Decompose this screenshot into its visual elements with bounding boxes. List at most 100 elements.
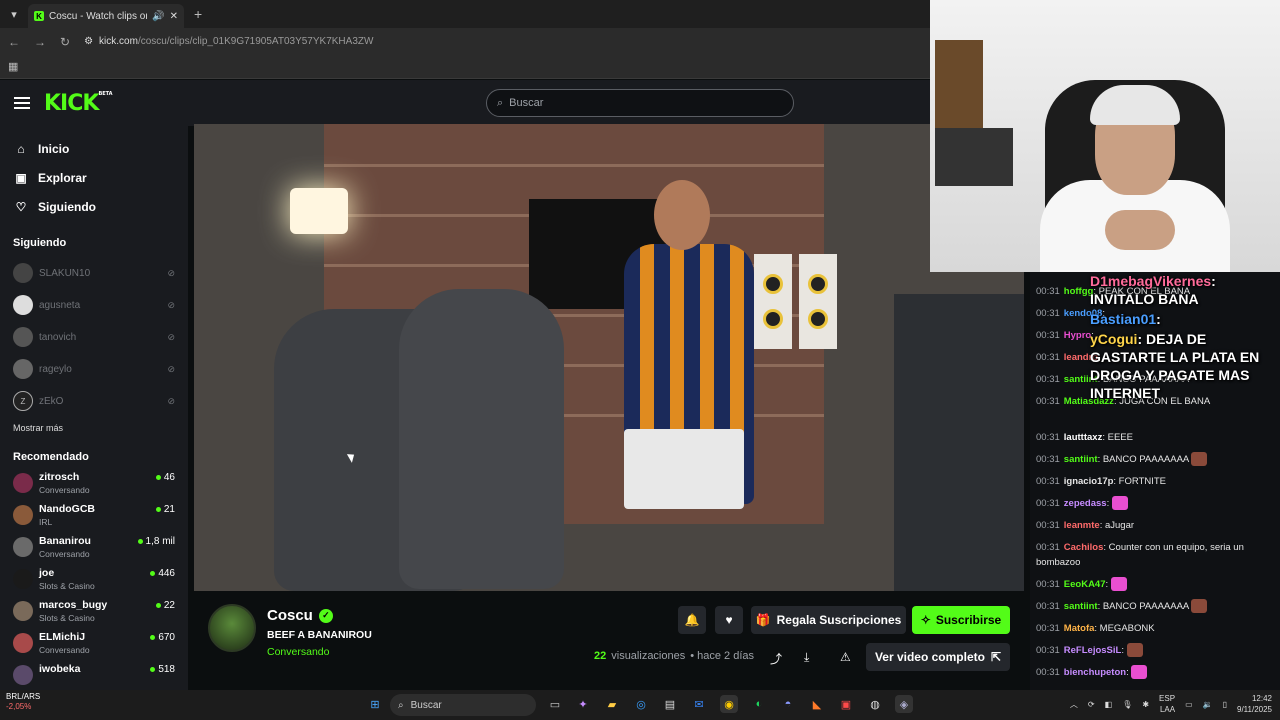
taskbar-search[interactable]: ⌕ Buscar bbox=[390, 694, 536, 716]
avatar bbox=[13, 665, 33, 685]
discord-icon[interactable]: ◓ bbox=[779, 695, 797, 713]
channel-avatar[interactable] bbox=[208, 604, 256, 652]
reload-icon[interactable]: ↻ bbox=[60, 35, 70, 49]
site-info-icon[interactable]: ⚙ bbox=[84, 36, 93, 47]
apps-grid-icon[interactable]: ▦ bbox=[8, 60, 18, 73]
back-icon[interactable]: ← bbox=[8, 35, 20, 49]
nav-explorar[interactable]: ▣ Explorar bbox=[14, 163, 174, 192]
close-tab-icon[interactable]: ✕ bbox=[170, 11, 178, 22]
share-icon[interactable]: ⤴ bbox=[770, 650, 782, 667]
search-placeholder: Buscar bbox=[509, 97, 544, 109]
heart-icon: ♡ bbox=[15, 199, 27, 214]
nav-siguiendo[interactable]: ♡ Siguiendo bbox=[14, 192, 174, 221]
channel-name[interactable]: Coscu ✓ bbox=[267, 607, 333, 624]
avatar bbox=[13, 359, 33, 379]
webcam-overlay bbox=[930, 0, 1280, 272]
follow-button[interactable]: ♥ bbox=[715, 606, 743, 634]
notifications-button[interactable]: 🔔 bbox=[678, 606, 706, 634]
clip-video-player[interactable] bbox=[194, 124, 1024, 591]
chat-message: 00:31 EeoKA47: bbox=[1036, 577, 1264, 592]
clip-info: Coscu ✓ BEEF A BANANIROU Conversando 🔔 ♥ … bbox=[208, 604, 1028, 684]
avatar bbox=[13, 569, 33, 589]
report-icon[interactable]: ⚠ bbox=[840, 650, 851, 664]
kick-favicon-icon: K bbox=[34, 11, 44, 21]
gift-subs-button[interactable]: 🎁 Regala Suscripciones bbox=[751, 606, 906, 634]
recommended-item[interactable]: iwobeka 518 bbox=[0, 661, 188, 690]
video-person-head bbox=[654, 180, 710, 250]
avatar bbox=[13, 601, 33, 621]
chevron-up-icon[interactable]: ︿ bbox=[1070, 699, 1078, 710]
recommended-item[interactable]: joe Slots & Casino 446 bbox=[0, 565, 188, 597]
avatar bbox=[13, 537, 33, 557]
new-tab-icon[interactable]: + bbox=[194, 6, 202, 22]
hamburger-menu-icon[interactable] bbox=[14, 97, 30, 109]
tab-menu-icon[interactable]: ▾ bbox=[0, 0, 28, 28]
following-item[interactable]: tanovich ⊘ bbox=[0, 321, 188, 353]
clip-category[interactable]: Conversando bbox=[267, 646, 329, 658]
store-icon[interactable]: ▤ bbox=[661, 695, 679, 713]
following-item[interactable]: agusneta ⊘ bbox=[0, 289, 188, 321]
forward-icon[interactable]: → bbox=[34, 35, 46, 49]
following-item[interactable]: SLAKUN10 ⊘ bbox=[0, 257, 188, 289]
recommended-title: Recomendado bbox=[13, 451, 89, 463]
copilot-icon[interactable]: ✦ bbox=[574, 695, 592, 713]
stock-ticker[interactable]: BRL/ARS -2,05% bbox=[6, 692, 40, 712]
recommended-item[interactable]: zitrosch Conversando 46 bbox=[0, 469, 188, 501]
following-item[interactable]: ZzEkO ⊘ bbox=[0, 385, 188, 417]
video-gaming-chair bbox=[399, 289, 564, 589]
address-bar: ← → ↻ ⚙ kick.com/coscu/clips/clip_01K9G7… bbox=[0, 28, 930, 55]
chat-message: 00:31 Cachilos: Counter con un equipo, se… bbox=[1036, 542, 1244, 568]
chrome-icon[interactable]: ◉ bbox=[720, 695, 738, 713]
bookmarks-bar: ▦ bbox=[0, 55, 930, 79]
download-icon[interactable]: ⤓ bbox=[804, 650, 809, 665]
search-icon: ⌕ bbox=[497, 96, 504, 109]
kick-logo[interactable]: KICKBETA bbox=[44, 91, 113, 116]
audio-icon[interactable]: 🔊 bbox=[152, 11, 164, 22]
file-explorer-icon[interactable]: ▰ bbox=[603, 695, 621, 713]
search-input[interactable]: ⌕ Buscar bbox=[486, 89, 794, 117]
offline-icon: ⊘ bbox=[167, 267, 175, 278]
recommended-item[interactable]: NandoGCB IRL 21 bbox=[0, 501, 188, 533]
stream-alert-overlay: D1mebagVikernes: INVITALO BANA Bastian01… bbox=[1090, 273, 1260, 401]
sync-icon[interactable]: ⟳ bbox=[1088, 700, 1095, 709]
task-view-icon[interactable]: ▭ bbox=[546, 695, 564, 713]
security-icon[interactable]: ◧ bbox=[1105, 700, 1113, 709]
avatar bbox=[13, 263, 33, 283]
url-field[interactable]: ⚙ kick.com/coscu/clips/clip_01K9G71905AT… bbox=[84, 36, 373, 47]
browser-tab[interactable]: K Coscu - Watch clips on Kick 🔊 ✕ bbox=[28, 4, 184, 28]
windows-start-icon[interactable]: ⊞ bbox=[366, 695, 384, 713]
chat-message: 00:31 lautttaxz: EEEE bbox=[1036, 432, 1133, 443]
nav-inicio[interactable]: ⌂ Inicio bbox=[14, 134, 174, 163]
volume-icon[interactable]: 🔉 bbox=[1203, 700, 1213, 709]
language-indicator[interactable]: ESP LAA bbox=[1159, 693, 1175, 715]
webcam-tv bbox=[935, 128, 1013, 186]
offline-icon: ⊘ bbox=[167, 363, 175, 374]
recommended-item[interactable]: marcos_bugy Slots & Casino 22 bbox=[0, 597, 188, 629]
recommended-item[interactable]: Bananirou Conversando 1,8 mil bbox=[0, 533, 188, 565]
subscribe-button[interactable]: ✧ Suscribirse bbox=[912, 606, 1010, 634]
bluetooth-icon[interactable]: ✱ bbox=[1142, 700, 1149, 709]
external-link-icon: ⇱ bbox=[990, 650, 1002, 664]
video-shelf bbox=[324, 164, 824, 167]
app-icon[interactable]: ◣ bbox=[808, 695, 826, 713]
emote-icon bbox=[1110, 577, 1127, 592]
network-icon[interactable]: ▭ bbox=[1185, 700, 1193, 709]
sidebar: ⌂ Inicio ▣ Explorar ♡ Siguiendo Siguiendo S… bbox=[0, 126, 188, 690]
show-more-link[interactable]: Mostrar más bbox=[0, 417, 188, 439]
battery-icon[interactable]: ▯ bbox=[1223, 700, 1227, 709]
clip-title: BEEF A BANANIROU bbox=[267, 629, 372, 641]
outlook-icon[interactable]: ✉ bbox=[690, 695, 708, 713]
app-icon[interactable]: ◍ bbox=[866, 695, 884, 713]
recommended-item[interactable]: ELMichiJ Conversando 670 bbox=[0, 629, 188, 661]
edge-icon[interactable]: ◎ bbox=[632, 695, 650, 713]
following-item[interactable]: rageylo ⊘ bbox=[0, 353, 188, 385]
spotify-icon[interactable]: ◐ bbox=[750, 695, 768, 713]
clock[interactable]: 12:42 9/11/2025 bbox=[1237, 693, 1272, 715]
mic-icon[interactable]: 🎙 bbox=[1122, 700, 1132, 709]
emote-icon bbox=[1191, 452, 1208, 467]
steam-icon[interactable]: ◈ bbox=[895, 695, 913, 713]
emote-icon bbox=[1131, 665, 1148, 680]
app-icon[interactable]: ▣ bbox=[837, 695, 855, 713]
verified-icon: ✓ bbox=[318, 608, 333, 623]
full-video-button[interactable]: Ver video completo ⇱ bbox=[866, 643, 1010, 671]
